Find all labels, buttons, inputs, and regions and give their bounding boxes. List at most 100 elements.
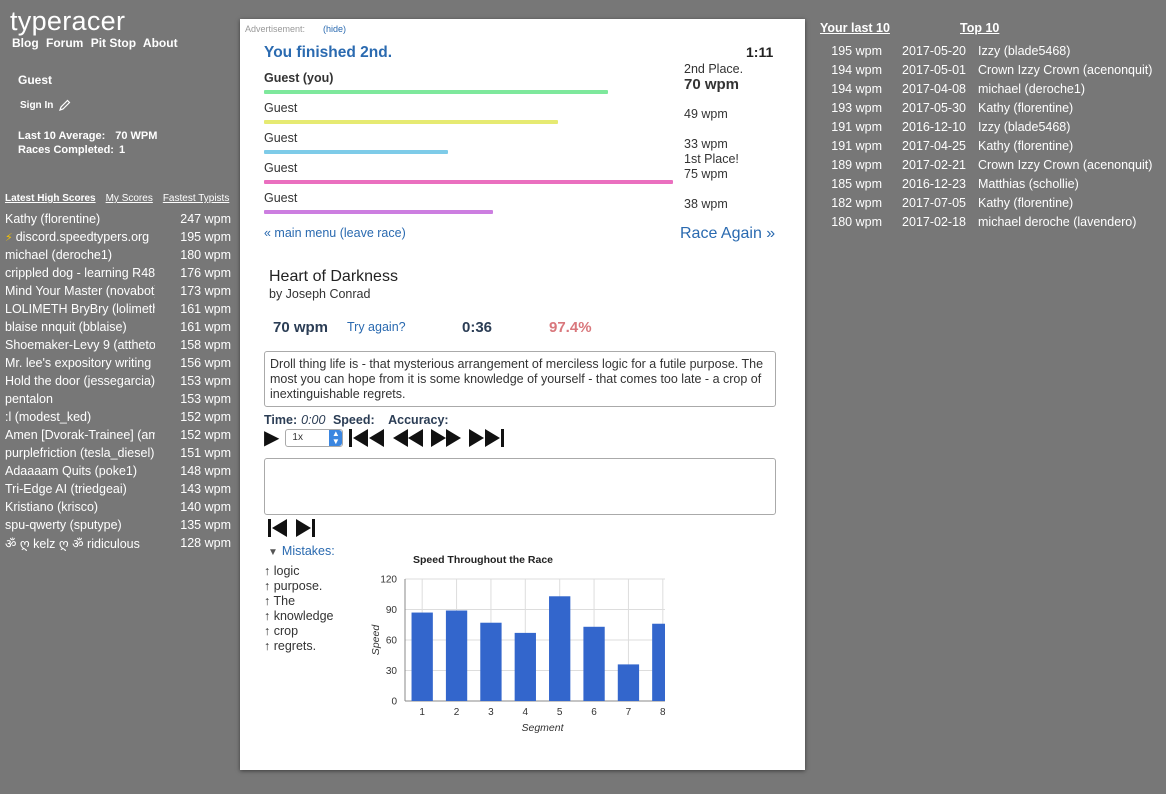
nav-forum[interactable]: Forum (46, 36, 83, 50)
high-score-row[interactable]: spu-qwerty (sputype) 135 wpm (5, 516, 231, 534)
top10-user[interactable]: Kathy (florentine) (978, 196, 1073, 210)
high-score-row[interactable]: michael (deroche1) 180 wpm (5, 246, 231, 264)
high-score-row[interactable]: Kathy (florentine) 247 wpm (5, 210, 231, 228)
tab-fastest-typists[interactable]: Fastest Typists (163, 193, 230, 204)
high-score-name[interactable]: Hold the door (jessegarcia) (5, 374, 155, 388)
high-score-row[interactable]: Kristiano (krisco) 140 wpm (5, 498, 231, 516)
chart-bar (549, 596, 571, 701)
chart-title: Speed Throughout the Race (413, 554, 553, 566)
top10-user[interactable]: Crown Izzy Crown (acenonquit) (978, 63, 1152, 77)
racer-name: Guest (264, 101, 298, 115)
tab-my-scores[interactable]: My Scores (106, 193, 153, 204)
race-again-link[interactable]: Race Again » (680, 225, 775, 243)
top10-user[interactable]: michael (deroche1) (978, 82, 1085, 96)
next-mistake-icon[interactable] (296, 519, 316, 537)
high-score-row[interactable]: pentalon 153 wpm (5, 390, 231, 408)
top10-date: 2016-12-10 (902, 119, 966, 134)
top10-user[interactable]: Matthias (schollie) (978, 177, 1079, 191)
high-score-name[interactable]: michael (deroche1) (5, 248, 155, 262)
high-score-row[interactable]: LOLIMETH BryBry (lolimeth) 161 wpm (5, 300, 231, 318)
racer-info: 1st Place! 75 wpm (684, 152, 739, 182)
high-score-row[interactable]: Adaaaam Quits (poke1) 148 wpm (5, 462, 231, 480)
high-score-name[interactable]: LOLIMETH BryBry (lolimeth) (5, 302, 155, 316)
sign-in-link[interactable]: Sign In (20, 99, 71, 111)
high-score-name[interactable]: Adaaaam Quits (poke1) (5, 464, 155, 478)
top10-row: 191 wpm 2016-12-10 Izzy (blade5468) (820, 117, 1152, 136)
high-score-row[interactable]: Hold the door (jessegarcia) 153 wpm (5, 372, 231, 390)
high-score-row[interactable]: Mr. lee's expository writing 156 wpm (5, 354, 231, 372)
avg-value: 70 WPM (115, 130, 158, 142)
high-score-name[interactable]: Mr. lee's expository writing (5, 356, 155, 370)
tab-your-last-10[interactable]: Your last 10 (820, 21, 890, 35)
fast-forward-icon[interactable] (431, 429, 462, 447)
mistake-item[interactable]: ↑ The (264, 594, 334, 609)
high-score-name[interactable]: pentalon (5, 392, 155, 406)
nav-pit-stop[interactable]: Pit Stop (91, 36, 136, 50)
mistakes-toggle[interactable]: ▼ Mistakes: (268, 544, 335, 558)
top10-user[interactable]: Kathy (florentine) (978, 139, 1073, 153)
top10-user[interactable]: Kathy (florentine) (978, 101, 1073, 115)
high-score-row[interactable]: ⚡ discord.speedtypers.org 195 wpm (5, 228, 231, 246)
ad-hide-link[interactable]: (hide) (323, 24, 346, 34)
skip-to-end-icon[interactable] (469, 429, 505, 447)
result-time: 0:36 (462, 319, 493, 336)
speed-select[interactable]: 1x ▲ ▼ (285, 429, 344, 447)
high-score-row[interactable]: Tri-Edge AI (triedgeai) 143 wpm (5, 480, 231, 498)
high-score-name[interactable]: ॐ ღ kelz ღ ॐ ridiculous (5, 535, 155, 552)
previous-mistake-icon[interactable] (268, 519, 288, 537)
nav-blog[interactable]: Blog (12, 36, 39, 50)
lightning-icon: ⚡ (5, 232, 13, 244)
high-score-wpm: 128 wpm (180, 536, 231, 550)
high-score-wpm: 143 wpm (180, 482, 231, 496)
play-icon[interactable]: ▶ (264, 428, 279, 448)
high-score-name[interactable]: Amen [Dvorak-Trainee] (amen) (5, 428, 155, 442)
high-score-name[interactable]: Shoemaker-Levy 9 (atthetop) (5, 338, 155, 352)
high-score-row[interactable]: Shoemaker-Levy 9 (atthetop) 158 wpm (5, 336, 231, 354)
tab-top-10[interactable]: Top 10 (960, 21, 999, 35)
high-score-name[interactable]: :l (modest_ked) (5, 410, 155, 424)
high-score-row[interactable]: ॐ ღ kelz ღ ॐ ridiculous 128 wpm (5, 534, 231, 552)
tab-latest-high-scores[interactable]: Latest High Scores (5, 193, 96, 204)
pencil-icon[interactable] (59, 99, 71, 111)
high-score-row[interactable]: blaise nnquit (bblaise) 161 wpm (5, 318, 231, 336)
mistake-item[interactable]: ↑ crop (264, 624, 334, 639)
high-score-name[interactable]: Kristiano (krisco) (5, 500, 155, 514)
high-scores-list: Kathy (florentine) 247 wpm ⚡ discord.speedt… (5, 210, 231, 552)
typeracer-logo[interactable]: typeracer (10, 6, 125, 37)
high-score-row[interactable]: :l (modest_ked) 152 wpm (5, 408, 231, 426)
high-score-name[interactable]: spu-qwerty (sputype) (5, 518, 155, 532)
racer-wpm: 38 wpm (684, 197, 728, 211)
main-menu-link[interactable]: « main menu (leave race) (264, 226, 406, 240)
top10-date: 2017-04-08 (902, 81, 966, 96)
high-score-row[interactable]: Amen [Dvorak-Trainee] (amen) 152 wpm (5, 426, 231, 444)
top10-user[interactable]: Crown Izzy Crown (acenonquit) (978, 158, 1152, 172)
mistakes-label[interactable]: Mistakes: (282, 544, 335, 558)
rewind-icon[interactable] (393, 429, 424, 447)
nav-about[interactable]: About (143, 36, 178, 50)
high-score-name[interactable]: Tri-Edge AI (triedgeai) (5, 482, 155, 496)
high-score-row[interactable]: purplefriction (tesla_diesel) 151 wpm (5, 444, 231, 462)
top10-user[interactable]: Izzy (blade5468) (978, 44, 1070, 58)
mistake-item[interactable]: ↑ logic (264, 564, 334, 579)
high-score-name[interactable]: purplefriction (tesla_diesel) (5, 446, 155, 460)
high-score-wpm: 151 wpm (180, 446, 231, 460)
sign-in-label[interactable]: Sign In (20, 100, 53, 111)
result-wpm: 70 wpm (273, 319, 329, 336)
high-score-name[interactable]: ⚡ discord.speedtypers.org (5, 230, 155, 244)
high-score-name[interactable]: Mind Your Master (novabot) (5, 284, 155, 298)
top10-user[interactable]: Izzy (blade5468) (978, 120, 1070, 134)
high-score-name[interactable]: blaise nnquit (bblaise) (5, 320, 155, 334)
skip-to-start-icon[interactable] (349, 429, 385, 447)
try-again-link[interactable]: Try again? (347, 320, 406, 334)
high-score-name[interactable]: Kathy (florentine) (5, 212, 155, 226)
advertisement-bar: Advertisement: (hide) (245, 24, 346, 34)
high-score-wpm: 153 wpm (180, 374, 231, 388)
top10-user[interactable]: michael deroche (lavendero) (978, 215, 1136, 229)
mistake-item[interactable]: ↑ regrets. (264, 639, 334, 654)
chart-bar (617, 664, 640, 701)
high-score-name[interactable]: crippled dog - learning R48 (5, 266, 155, 280)
high-score-row[interactable]: crippled dog - learning R48 176 wpm (5, 264, 231, 282)
mistake-item[interactable]: ↑ knowledge (264, 609, 334, 624)
mistake-item[interactable]: ↑ purpose. (264, 579, 334, 594)
high-score-row[interactable]: Mind Your Master (novabot) 173 wpm (5, 282, 231, 300)
